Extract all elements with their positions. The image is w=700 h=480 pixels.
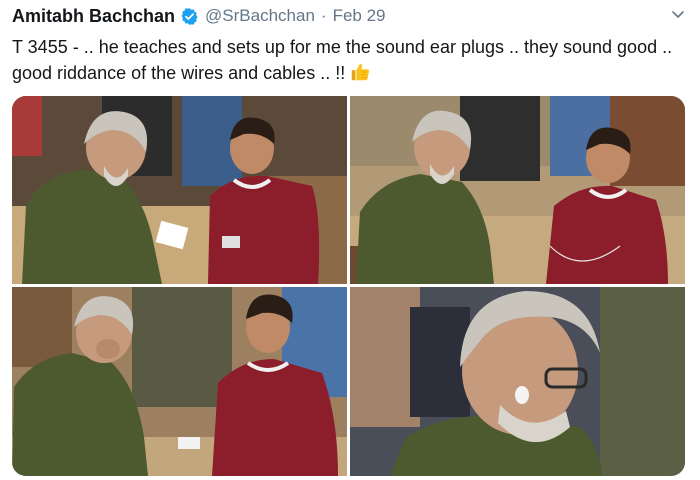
tweet-date[interactable]: Feb 29 (333, 6, 386, 26)
header-separator: · (320, 6, 327, 25)
tweet[interactable]: Amitabh Bachchan @SrBachchan · Feb 29 T … (0, 0, 700, 480)
photo-2-image (350, 96, 685, 284)
tweet-header: Amitabh Bachchan @SrBachchan · Feb 29 (12, 4, 386, 28)
media-grid (12, 96, 685, 476)
chevron-down-icon[interactable] (670, 6, 686, 22)
thumbs-up-icon (351, 63, 370, 81)
display-name[interactable]: Amitabh Bachchan (12, 6, 175, 27)
photo-3[interactable] (12, 287, 347, 476)
photo-1-image (12, 96, 347, 284)
tweet-text-content: T 3455 - .. he teaches and sets up for m… (12, 37, 673, 83)
user-handle[interactable]: @SrBachchan (205, 6, 315, 26)
verified-badge-icon (181, 7, 198, 25)
tweet-text: T 3455 - .. he teaches and sets up for m… (12, 34, 682, 86)
photo-4[interactable] (350, 287, 685, 476)
photo-2[interactable] (350, 96, 685, 284)
photo-3-image (12, 287, 347, 476)
photo-4-image (350, 287, 685, 476)
photo-1[interactable] (12, 96, 347, 284)
